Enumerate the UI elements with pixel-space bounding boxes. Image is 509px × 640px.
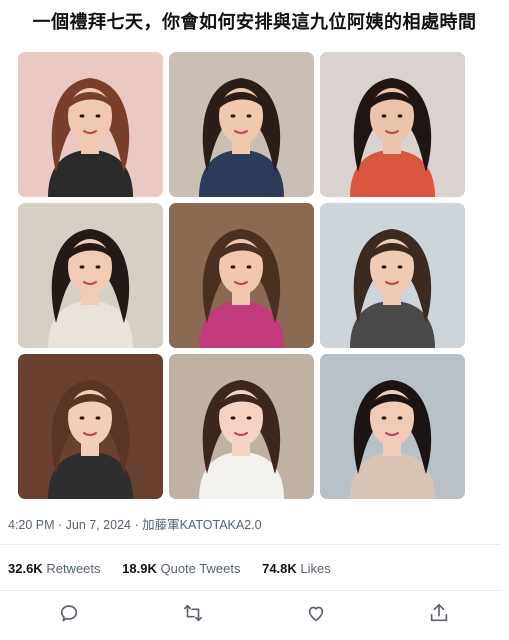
likes-stat[interactable]: 74.8K Likes	[262, 561, 331, 576]
photo-7[interactable]	[18, 354, 163, 499]
share-icon	[430, 603, 448, 622]
retweet-icon	[183, 604, 203, 622]
share-button[interactable]	[428, 602, 452, 626]
retweets-count: 32.6K	[8, 561, 43, 576]
quote-tweets-stat[interactable]: 18.9K Quote Tweets	[122, 561, 240, 576]
retweets-stat[interactable]: 32.6K Retweets	[8, 561, 101, 576]
tweet-actions	[0, 602, 509, 626]
photo-3[interactable]	[320, 52, 465, 197]
photo-1[interactable]	[18, 52, 163, 197]
reply-icon	[60, 605, 78, 622]
photo-grid	[18, 52, 465, 499]
photo-9[interactable]	[320, 354, 465, 499]
likes-label: Likes	[300, 561, 331, 576]
like-icon	[308, 606, 324, 622]
portrait-image	[169, 354, 314, 499]
tweet-headline: 一個禮拜七天，你會如何安排與這九位阿姨的相處時間	[32, 12, 477, 33]
portrait-image	[18, 52, 163, 197]
photo-8[interactable]	[169, 354, 314, 499]
photo-4[interactable]	[18, 203, 163, 348]
retweet-button[interactable]	[182, 602, 206, 626]
photo-5[interactable]	[169, 203, 314, 348]
tweet-timestamp[interactable]: 4:20 PM · Jun 7, 2024 · 加藤軍KATOTAKA2.0	[8, 514, 262, 533]
quote-tweets-count: 18.9K	[122, 561, 157, 576]
portrait-image	[18, 203, 163, 348]
portrait-image	[320, 203, 465, 348]
reply-button[interactable]	[58, 602, 82, 626]
portrait-image	[169, 52, 314, 197]
like-button[interactable]	[305, 602, 329, 626]
divider	[0, 590, 500, 591]
portrait-image	[320, 354, 465, 499]
portrait-image	[169, 203, 314, 348]
retweets-label: Retweets	[46, 561, 101, 576]
photo-6[interactable]	[320, 203, 465, 348]
tweet-stats: 32.6K Retweets 18.9K Quote Tweets 74.8K …	[8, 561, 349, 576]
photo-2[interactable]	[169, 52, 314, 197]
divider	[0, 544, 500, 545]
likes-count: 74.8K	[262, 561, 297, 576]
quote-tweets-label: Quote Tweets	[160, 561, 241, 576]
portrait-image	[18, 354, 163, 499]
portrait-image	[320, 52, 465, 197]
